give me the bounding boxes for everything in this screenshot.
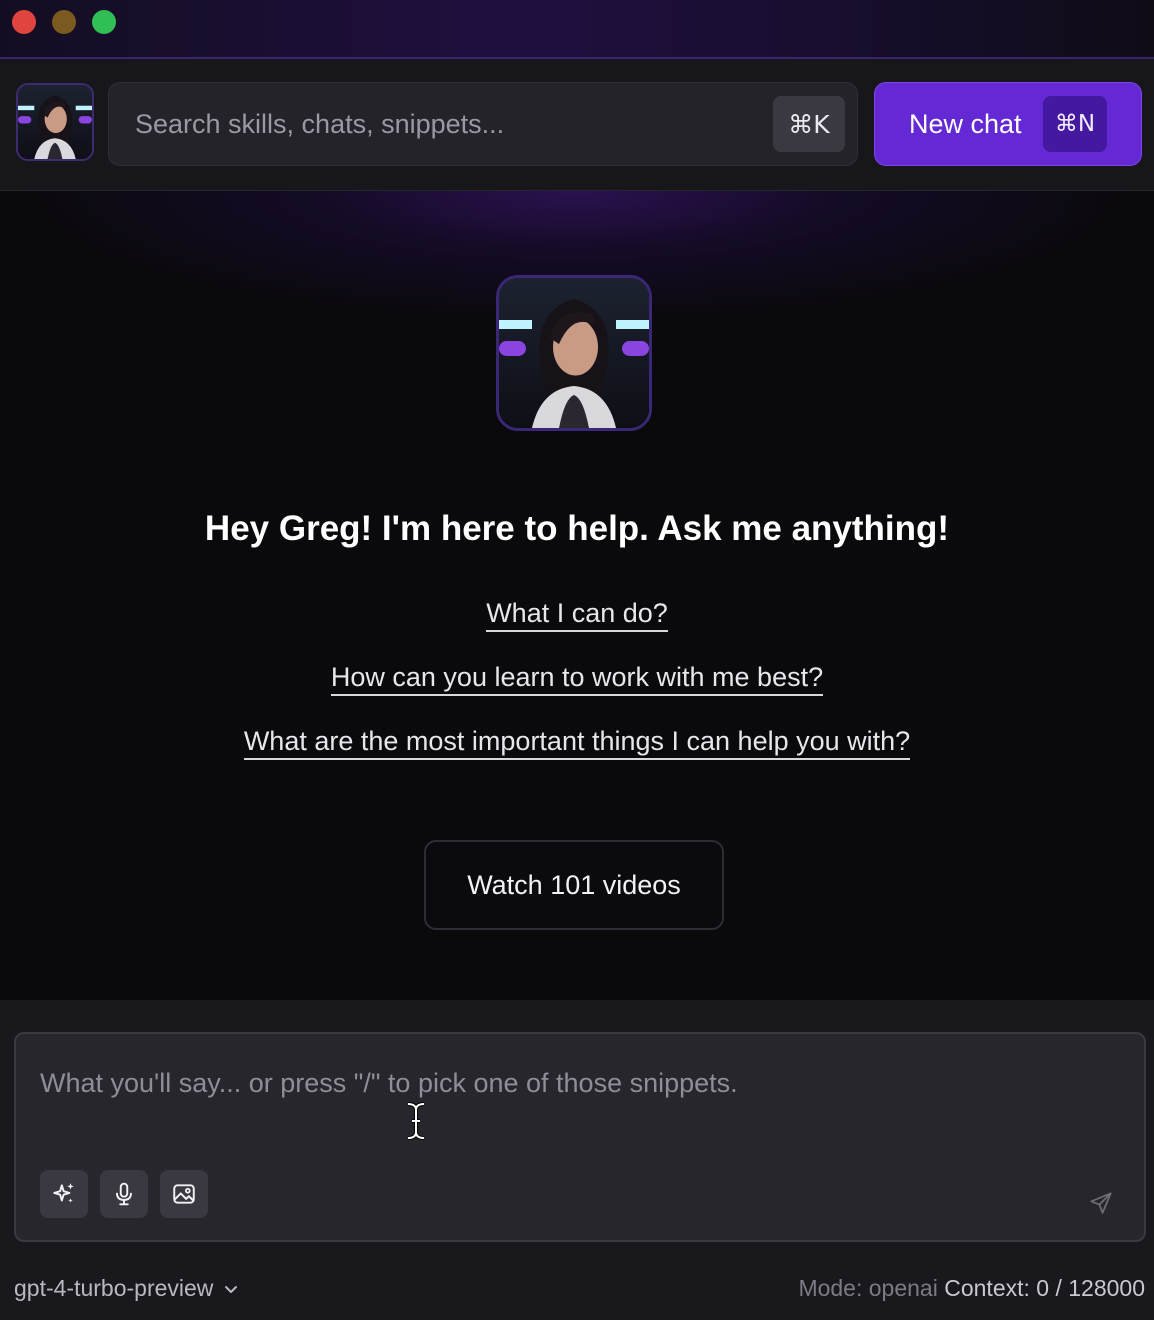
text-cursor-icon <box>407 1102 425 1140</box>
assistant-avatar[interactable] <box>16 83 94 161</box>
suggestion-link-what-i-can-do[interactable]: What I can do? <box>486 598 668 632</box>
new-chat-shortcut-badge: ⌘N <box>1043 96 1107 152</box>
microphone-icon <box>115 1182 133 1206</box>
welcome-panel: Hey Greg! I'm here to help. Ask me anyth… <box>0 191 1154 1000</box>
composer-area: What you'll say... or press "/" to pick … <box>0 1000 1154 1320</box>
suggestion-link-important-things[interactable]: What are the most important things I can… <box>243 726 911 760</box>
greeting-heading: Hey Greg! I'm here to help. Ask me anyth… <box>204 509 950 548</box>
model-selector[interactable]: gpt-4-turbo-preview <box>14 1275 239 1302</box>
search-shortcut-badge: ⌘K <box>773 96 845 152</box>
watch-videos-button[interactable]: Watch 101 videos <box>424 840 724 930</box>
voice-input-button[interactable] <box>100 1170 148 1218</box>
message-input[interactable]: What you'll say... or press "/" to pick … <box>14 1032 1146 1242</box>
ai-enhance-button[interactable] <box>40 1170 88 1218</box>
maximize-window-button[interactable] <box>92 10 116 34</box>
context-value: 0 / 128000 <box>1036 1275 1145 1301</box>
model-name: gpt-4-turbo-preview <box>14 1275 214 1301</box>
chevron-down-icon <box>225 1285 238 1293</box>
hero-portrait-image <box>499 278 649 428</box>
context-label: Context: <box>944 1275 1030 1301</box>
mode-label: Mode: <box>798 1275 863 1301</box>
send-icon[interactable] <box>1088 1190 1114 1216</box>
assistant-hero-avatar <box>496 275 652 431</box>
message-placeholder: What you'll say... or press "/" to pick … <box>40 1068 738 1098</box>
image-upload-button[interactable] <box>160 1170 208 1218</box>
image-icon <box>173 1184 195 1204</box>
minimize-window-button[interactable] <box>52 10 76 34</box>
suggestion-row-2: How can you learn to work with me best? <box>0 662 1154 696</box>
search-placeholder: Search skills, chats, snippets... <box>135 109 505 139</box>
avatar-portrait-image <box>18 85 92 159</box>
suggestion-row-3: What are the most important things I can… <box>0 726 1154 760</box>
new-chat-button[interactable]: New chat ⌘N <box>874 82 1142 166</box>
mode-value: openai <box>868 1275 938 1301</box>
suggestion-link-learn-to-work[interactable]: How can you learn to work with me best? <box>330 662 824 696</box>
close-window-button[interactable] <box>12 10 36 34</box>
status-bar: Mode: openai Context: 0 / 128000 <box>798 1275 1145 1302</box>
suggestion-row-1: What I can do? <box>0 598 1154 632</box>
app-window: Search skills, chats, snippets... ⌘K New… <box>0 0 1154 1320</box>
new-chat-label: New chat <box>909 109 1022 139</box>
search-input[interactable]: Search skills, chats, snippets... ⌘K <box>108 82 858 166</box>
title-bar <box>0 0 1154 59</box>
header: Search skills, chats, snippets... ⌘K New… <box>0 59 1154 191</box>
sparkles-icon <box>53 1183 74 1203</box>
